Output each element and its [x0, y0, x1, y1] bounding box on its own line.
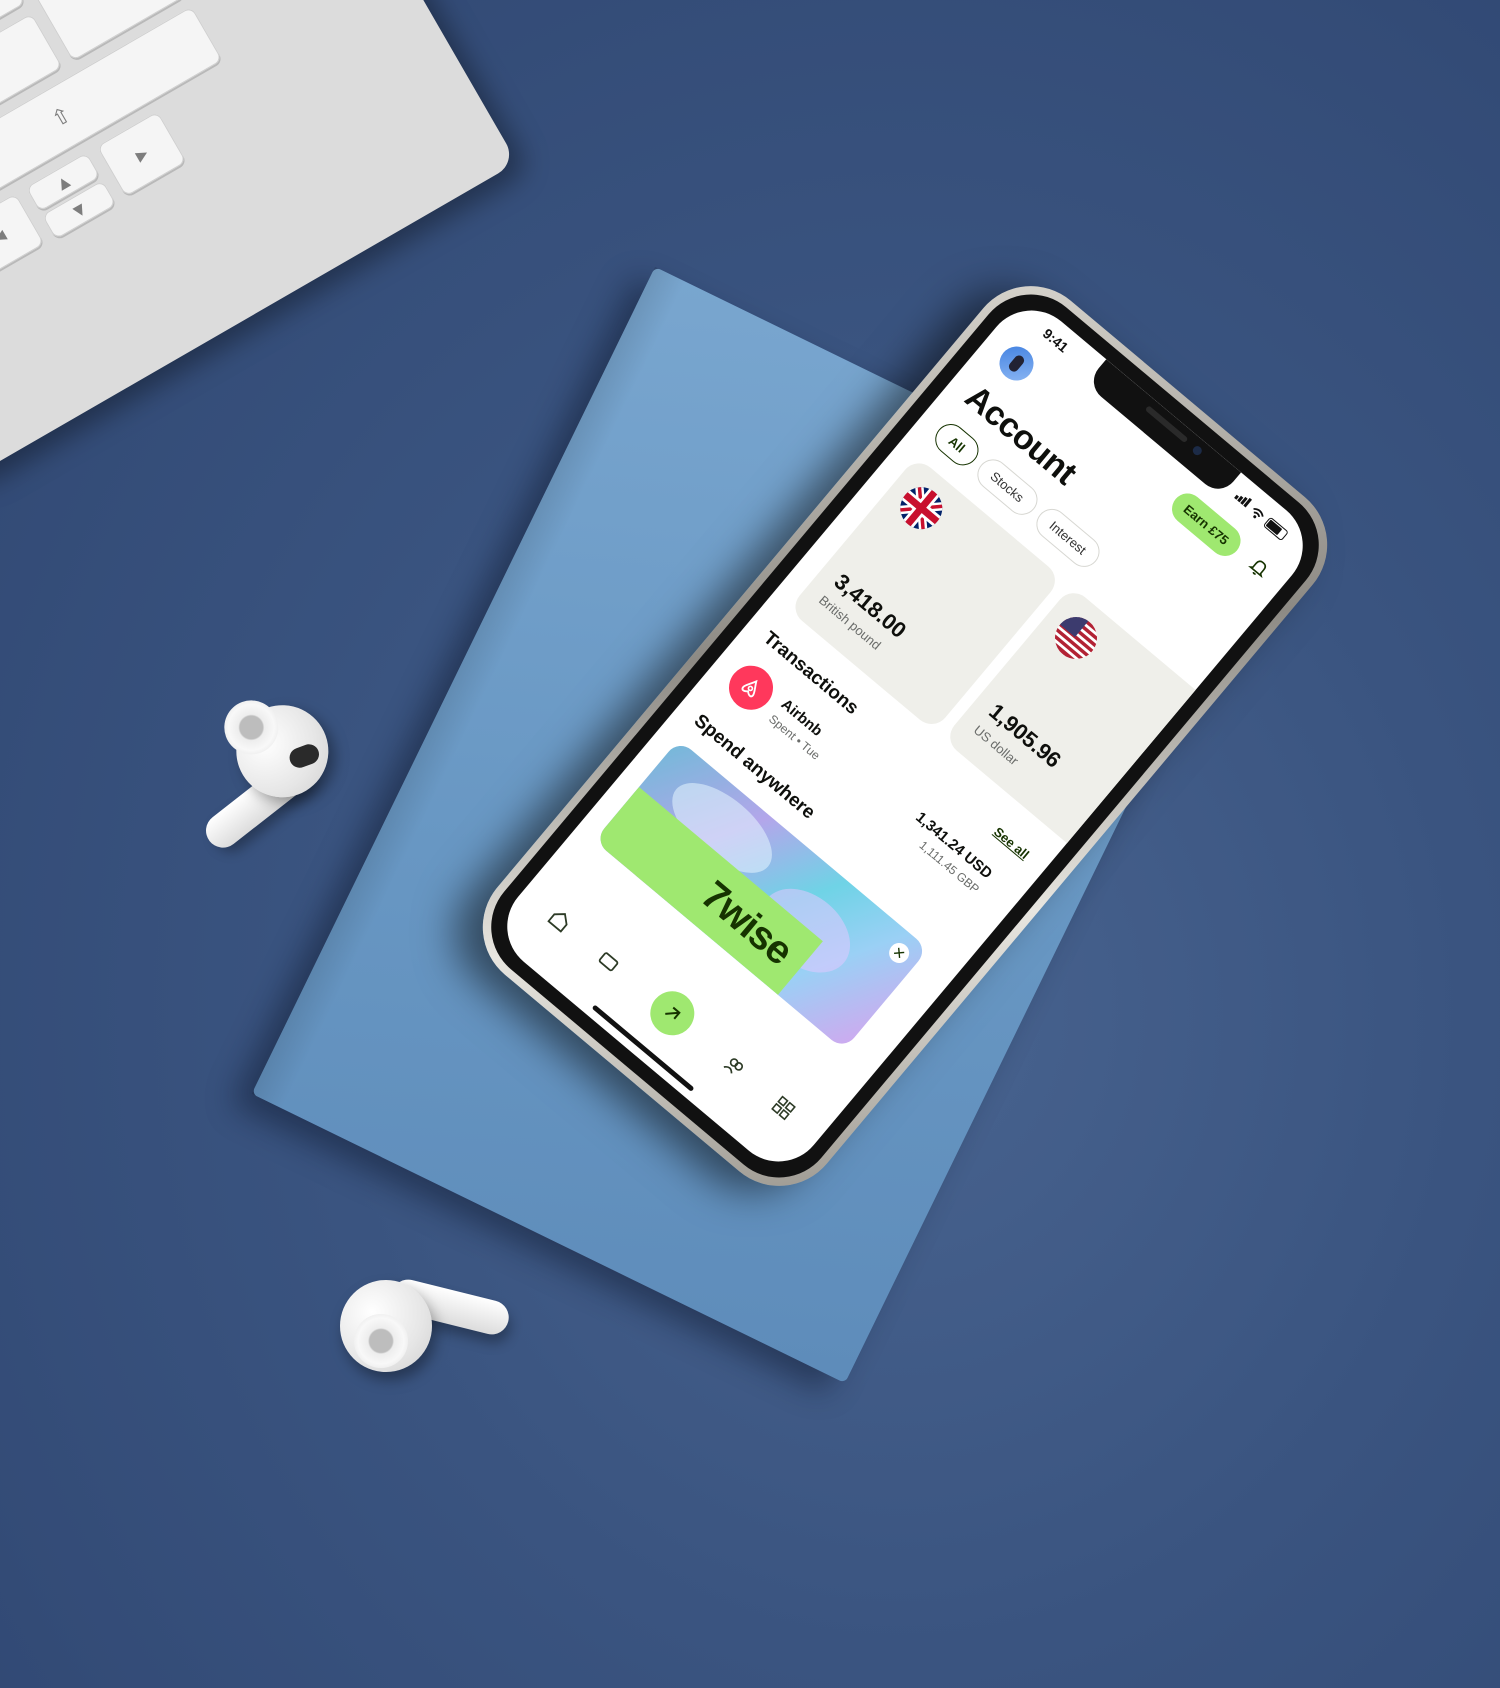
speaker-grille — [1144, 405, 1189, 444]
card-icon[interactable] — [591, 943, 628, 980]
airbnb-logo-icon — [720, 656, 783, 719]
avatar[interactable] — [992, 339, 1041, 388]
recipients-icon[interactable] — [716, 1048, 753, 1085]
battery-icon — [1262, 516, 1289, 542]
wise-logo: 7wise — [693, 872, 802, 973]
earbud-left — [159, 665, 370, 864]
status-time: 9:41 — [1039, 325, 1072, 356]
front-camera — [1190, 444, 1204, 457]
desk-scene: [ } ← ; " \ ↵ ? ⇧ ◂ ▴ ▾ ▸ — [0, 0, 1500, 1688]
wifi-icon — [1253, 507, 1264, 519]
keyboard: [ } ← ; " \ ↵ ? ⇧ ◂ ▴ ▾ ▸ — [0, 0, 518, 483]
bell-icon[interactable] — [1245, 553, 1273, 581]
close-icon[interactable]: ✕ — [885, 938, 914, 968]
earbud-right — [330, 1270, 513, 1390]
earbud-tip — [354, 1314, 408, 1368]
uk-flag-icon — [891, 478, 951, 538]
see-all-link[interactable]: See all — [991, 824, 1032, 862]
us-flag-icon — [1046, 608, 1106, 668]
send-arrow-icon[interactable] — [641, 982, 704, 1045]
home-icon[interactable] — [542, 902, 579, 939]
chip-all[interactable]: All — [928, 417, 985, 472]
signal-icon — [1232, 488, 1255, 511]
grid-icon[interactable] — [765, 1090, 802, 1127]
